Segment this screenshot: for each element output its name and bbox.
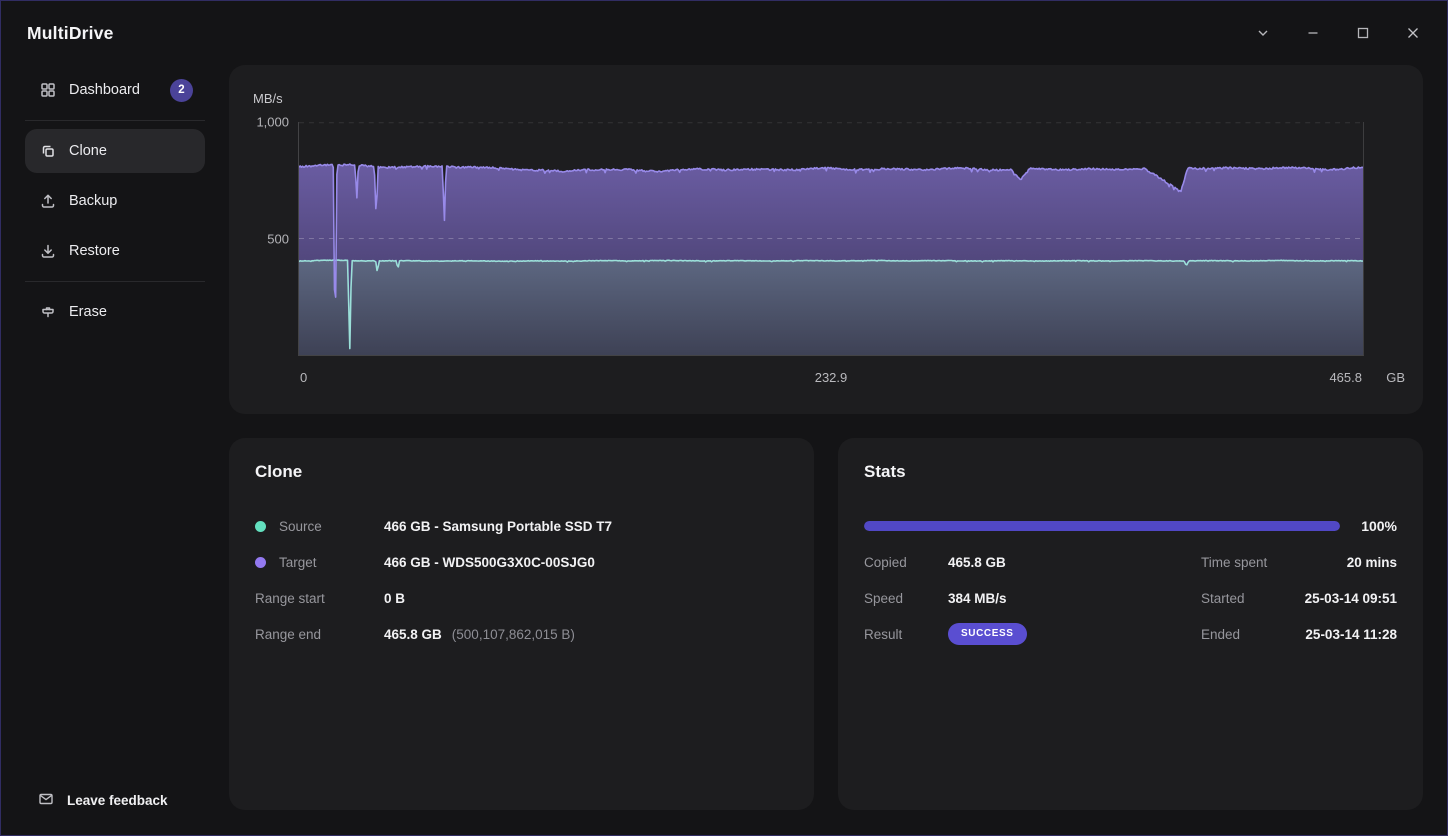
ended-value: 25-03-14 11:28 xyxy=(1305,627,1397,642)
stats-card-title: Stats xyxy=(864,462,1397,486)
leave-feedback-button[interactable]: Leave feedback xyxy=(25,790,205,811)
app-window: MultiDrive xyxy=(0,0,1448,836)
y-tick-500: 500 xyxy=(267,232,289,247)
x-axis-labels: 0 232.9 465.8 GB xyxy=(298,356,1364,388)
started-label: Started xyxy=(1201,591,1245,606)
sidebar-item-label: Restore xyxy=(69,243,193,259)
download-icon xyxy=(39,242,57,260)
range-end-bytes: (500,107,862,015 B) xyxy=(452,627,575,642)
speed-row: Speed 384 MB/s xyxy=(864,580,1161,616)
sidebar-item-label: Backup xyxy=(69,193,193,209)
mail-icon xyxy=(37,790,55,811)
stats-card: Stats 100% Copied 465.8 GB xyxy=(838,438,1423,810)
progress-bar-track xyxy=(864,521,1340,531)
minimize-button[interactable] xyxy=(1301,21,1325,45)
target-row: Target 466 GB - WDS500G3X0C-00SJG0 xyxy=(255,544,788,580)
source-row: Source 466 GB - Samsung Portable SSD T7 xyxy=(255,508,788,544)
range-start-label: Range start xyxy=(255,591,325,606)
y-tick-1000: 1,000 xyxy=(256,115,289,130)
sidebar: Dashboard 2 Clone Backup Res xyxy=(1,65,229,835)
x-axis-unit: GB xyxy=(1386,370,1405,385)
sidebar-divider xyxy=(25,120,205,121)
sidebar-item-label: Dashboard xyxy=(69,82,158,98)
x-tick-0: 0 xyxy=(300,370,307,385)
x-tick-end: 465.8 xyxy=(1329,370,1362,385)
copied-label: Copied xyxy=(864,555,907,570)
progress-percent: 100% xyxy=(1353,518,1397,534)
speed-chart-card: MB/s 1,000 500 0 232.9 465.8 GB xyxy=(229,65,1423,414)
speed-chart-svg xyxy=(299,122,1363,355)
y-axis-unit: MB/s xyxy=(253,89,1364,122)
target-value: 466 GB - WDS500G3X0C-00SJG0 xyxy=(384,555,595,570)
speed-value: 384 MB/s xyxy=(948,591,1007,606)
source-dot xyxy=(255,521,266,532)
clone-copy-icon xyxy=(39,142,57,160)
progress-bar-fill xyxy=(864,521,1340,531)
sidebar-item-label: Erase xyxy=(69,304,193,320)
speed-label: Speed xyxy=(864,591,903,606)
target-label: Target xyxy=(279,555,317,570)
ended-row: Ended 25-03-14 11:28 xyxy=(1201,616,1397,652)
sidebar-item-clone[interactable]: Clone xyxy=(25,129,205,173)
result-row: Result SUCCESS xyxy=(864,616,1161,652)
upload-icon xyxy=(39,192,57,210)
close-button[interactable] xyxy=(1401,21,1425,45)
started-value: 25-03-14 09:51 xyxy=(1305,591,1397,606)
source-label: Source xyxy=(279,519,322,534)
success-badge: SUCCESS xyxy=(948,623,1027,645)
close-icon xyxy=(1405,25,1421,41)
chevron-down-icon xyxy=(1255,25,1271,41)
clone-card-title: Clone xyxy=(255,462,788,486)
time-spent-row: Time spent 20 mins xyxy=(1201,544,1397,580)
sidebar-item-dashboard[interactable]: Dashboard 2 xyxy=(25,68,205,112)
ended-label: Ended xyxy=(1201,627,1240,642)
sidebar-item-backup[interactable]: Backup xyxy=(25,179,205,223)
minimize-icon xyxy=(1305,25,1321,41)
started-row: Started 25-03-14 09:51 xyxy=(1201,580,1397,616)
y-axis-labels: 1,000 500 xyxy=(253,122,298,356)
speed-chart-plot xyxy=(298,122,1364,356)
eraser-icon xyxy=(39,303,57,321)
progress-row: 100% xyxy=(864,508,1397,544)
range-end-value: 465.8 GB xyxy=(384,627,442,642)
x-tick-mid: 232.9 xyxy=(815,370,848,385)
source-value: 466 GB - Samsung Portable SSD T7 xyxy=(384,519,612,534)
range-end-label: Range end xyxy=(255,627,321,642)
range-end-row: Range end 465.8 GB (500,107,862,015 B) xyxy=(255,616,788,652)
copied-row: Copied 465.8 GB xyxy=(864,544,1161,580)
app-title: MultiDrive xyxy=(27,23,1251,44)
maximize-button[interactable] xyxy=(1351,21,1375,45)
time-spent-label: Time spent xyxy=(1201,555,1267,570)
result-label: Result xyxy=(864,627,902,642)
target-dot xyxy=(255,557,266,568)
maximize-icon xyxy=(1355,25,1371,41)
range-start-row: Range start 0 B xyxy=(255,580,788,616)
sidebar-divider xyxy=(25,281,205,282)
sidebar-item-restore[interactable]: Restore xyxy=(25,229,205,273)
main-content: MB/s 1,000 500 0 232.9 465.8 GB xyxy=(229,65,1447,835)
dashboard-count-badge: 2 xyxy=(170,79,193,102)
range-start-value: 0 B xyxy=(384,591,405,606)
titlebar: MultiDrive xyxy=(1,1,1447,65)
sidebar-item-label: Clone xyxy=(69,143,193,159)
dashboard-grid-icon xyxy=(39,81,57,99)
copied-value: 465.8 GB xyxy=(948,555,1006,570)
window-controls xyxy=(1251,21,1425,45)
leave-feedback-label: Leave feedback xyxy=(67,793,168,808)
sidebar-item-erase[interactable]: Erase xyxy=(25,290,205,334)
time-spent-value: 20 mins xyxy=(1347,555,1397,570)
clone-card: Clone Source 466 GB - Samsung Portable S… xyxy=(229,438,814,810)
collapse-button[interactable] xyxy=(1251,21,1275,45)
